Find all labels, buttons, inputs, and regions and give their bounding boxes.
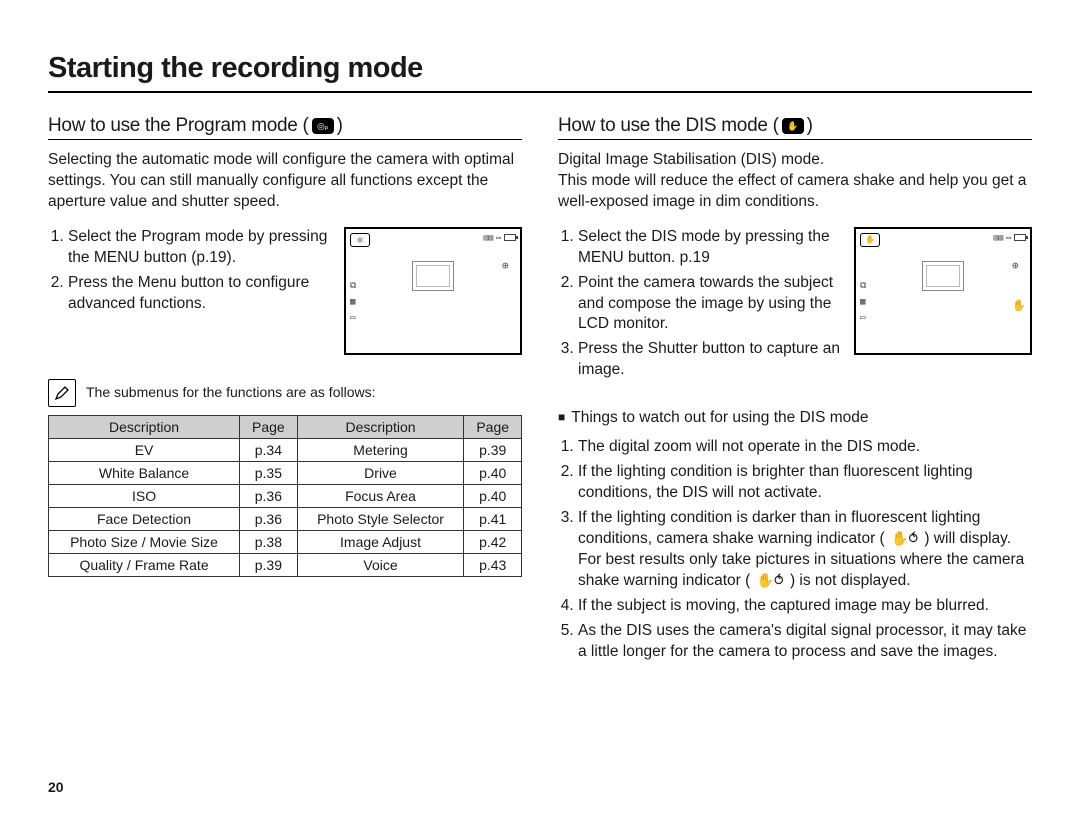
table-row: Face Detectionp.36 Photo Style Selectorp… [49,507,522,530]
dis-heading-prefix: How to use the DIS mode ( [558,115,779,137]
dis-step-3: Press the Shutter button to capture an i… [578,339,844,381]
two-column-layout: How to use the Program mode ( ◎ₚ ) Selec… [48,115,1032,666]
th-desc-2: Description [297,415,464,438]
table-row: Photo Size / Movie Sizep.38 Image Adjust… [49,530,522,553]
th-desc-1: Description [49,415,240,438]
th-page-1: Page [240,415,298,438]
program-heading-suffix: ) [337,115,343,137]
dis-heading: How to use the DIS mode ( ✋ ) [558,115,1032,140]
dis-note-2: If the lighting condition is brighter th… [578,462,1032,504]
program-lcd-illustration: ◎ ▥▥▭ ⊕ ⧉ ▦ ▭ [344,227,522,355]
table-row: White Balancep.35 Drivep.40 [49,461,522,484]
program-mode-icon: ◎ₚ [312,118,334,134]
lcd-right-small-icon: ⊕ [1012,259,1024,271]
manual-page: Starting the recording mode How to use t… [0,0,1080,815]
dis-steps-text: Select the DIS mode by pressing the MENU… [558,227,844,385]
lcd-left-icons: ⧉ ▦ ▭ [860,281,866,323]
program-steps-text: Select the Program mode by pressing the … [48,227,334,355]
shake-warning-icon: ✋⥀ [755,571,786,590]
battery-icon [1014,234,1026,241]
dis-note-1: The digital zoom will not operate in the… [578,437,1032,458]
program-intro: Selecting the automatic mode will config… [48,150,522,213]
program-step-1: Select the Program mode by pressing the … [68,227,334,269]
dis-steps-list: Select the DIS mode by pressing the MENU… [558,227,844,381]
page-number: 20 [48,779,64,795]
dis-note-3: If the lighting condition is darker than… [578,508,1032,592]
dis-step-1: Select the DIS mode by pressing the MENU… [578,227,844,269]
submenu-note-text: The submenus for the functions are as fo… [86,379,375,400]
square-bullet-icon: ■ [558,410,565,424]
dis-mode-icon: ✋ [782,118,804,134]
dis-note-5: As the DIS uses the camera's digital sig… [578,621,1032,663]
lcd-left-icons: ⧉ ▦ ▭ [350,281,356,323]
table-header-row: Description Page Description Page [49,415,522,438]
dis-notes-list: The digital zoom will not operate in the… [558,437,1032,662]
program-heading: How to use the Program mode ( ◎ₚ ) [48,115,522,140]
functions-table: Description Page Description Page EVp.34… [48,415,522,577]
program-mode-column: How to use the Program mode ( ◎ₚ ) Selec… [48,115,522,666]
pencil-icon [54,385,70,401]
th-page-2: Page [464,415,522,438]
dis-mode-column: How to use the DIS mode ( ✋ ) Digital Im… [558,115,1032,666]
dis-lcd-illustration: ✋ ▥▥▭ ⊕ ✋ ⧉ ▦ ▭ [854,227,1032,355]
dis-intro: Digital Image Stabilisation (DIS) mode. … [558,150,1032,213]
lcd-shake-icon: ✋ [1012,299,1024,311]
dis-step-2: Point the camera towards the subject and… [578,273,844,336]
dis-note-4: If the subject is moving, the captured i… [578,596,1032,617]
dis-heading-suffix: ) [807,115,813,137]
lcd-focus-frame [922,261,964,291]
lcd-status-icons: ▥▥▭ [484,233,516,242]
note-icon [48,379,76,407]
lcd-mode-icon: ◎ [350,233,370,247]
table-row: ISOp.36 Focus Areap.40 [49,484,522,507]
lcd-right-small-icon: ⊕ [502,259,514,271]
program-step-2: Press the Menu button to configure advan… [68,273,334,315]
lcd-focus-frame [412,261,454,291]
table-row: Quality / Frame Ratep.39 Voicep.43 [49,553,522,576]
submenu-note: The submenus for the functions are as fo… [48,379,522,407]
table-row: EVp.34 Meteringp.39 [49,438,522,461]
dis-steps-wrap: Select the DIS mode by pressing the MENU… [558,227,1032,385]
shake-warning-icon: ✋⥀ [889,529,920,548]
page-title: Starting the recording mode [48,52,1032,93]
dis-watch-heading: ■Things to watch out for using the DIS m… [558,409,1032,427]
lcd-status-icons: ▥▥▭ [994,233,1026,242]
lcd-mode-icon: ✋ [860,233,880,247]
program-steps-list: Select the Program mode by pressing the … [48,227,334,315]
battery-icon [504,234,516,241]
program-heading-prefix: How to use the Program mode ( [48,115,309,137]
program-steps-wrap: Select the Program mode by pressing the … [48,227,522,355]
